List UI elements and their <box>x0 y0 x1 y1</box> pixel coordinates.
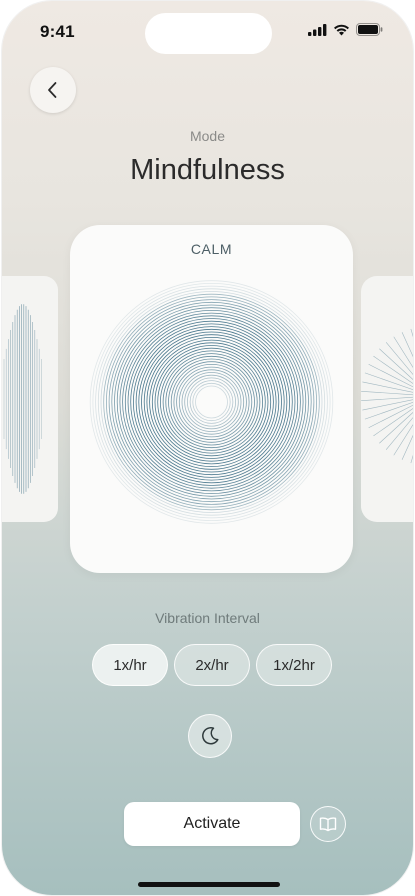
previous-mode-pattern <box>3 304 42 494</box>
mode-card-label: CALM <box>190 241 233 257</box>
book-icon <box>319 817 337 832</box>
dynamic-island <box>145 13 272 54</box>
home-indicator <box>138 882 280 887</box>
status-time: 9:41 <box>40 22 75 41</box>
wifi-icon <box>334 24 349 35</box>
battery-icon <box>356 23 383 36</box>
interval-options: 1x/hr 2x/hr 1x/2hr <box>92 644 332 686</box>
interval-option-1x-2hr[interactable]: 1x/2hr <box>256 644 332 686</box>
previous-mode-card[interactable] <box>2 276 58 522</box>
vibration-interval-label: Vibration Interval <box>155 610 260 626</box>
app-screen: 9:41 Mode Mindfulness CALM Vibration Int… <box>2 1 413 895</box>
interval-option-1x-hr[interactable]: 1x/hr <box>92 644 168 686</box>
mode-card-calm[interactable]: CALM <box>70 225 353 573</box>
back-button[interactable] <box>30 67 76 113</box>
guide-button[interactable] <box>310 806 346 842</box>
activate-button[interactable]: Activate <box>124 802 300 846</box>
interval-option-2x-hr[interactable]: 2x/hr <box>174 644 250 686</box>
moon-icon <box>202 726 219 745</box>
next-mode-card[interactable] <box>361 276 413 522</box>
status-bar: 9:41 <box>2 1 413 61</box>
night-mode-button[interactable] <box>188 714 232 758</box>
status-icons <box>308 23 383 36</box>
mode-label: Mode <box>189 128 226 144</box>
calm-rings-pattern <box>89 280 334 524</box>
chevron-left-icon <box>48 82 57 98</box>
mode-title: Mindfulness <box>130 154 285 186</box>
signal-icon <box>308 23 327 36</box>
next-mode-pattern <box>361 328 413 464</box>
